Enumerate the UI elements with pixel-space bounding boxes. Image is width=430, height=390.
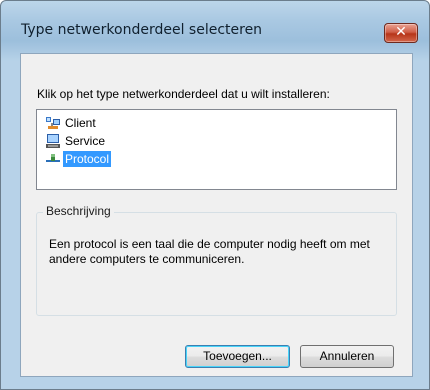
list-item-label: Protocol — [63, 151, 112, 167]
instruction-label: Klik op het type netwerkonderdeel dat u … — [37, 87, 330, 101]
close-button[interactable]: ✕ — [384, 23, 418, 43]
cancel-button[interactable]: Annuleren — [300, 345, 394, 368]
description-text: Een protocol is een taal die de computer… — [49, 237, 370, 266]
dialog-client-area: Klik op het type netwerkonderdeel dat u … — [20, 53, 413, 377]
component-type-list[interactable]: Client Service Protocol — [36, 109, 397, 190]
dialog-window: Type netwerkonderdeel selecteren ✕ Klik … — [0, 0, 430, 390]
close-icon: ✕ — [395, 24, 407, 40]
protocol-icon — [45, 151, 61, 167]
list-item-client[interactable]: Client — [41, 114, 241, 132]
list-item-label: Service — [65, 134, 106, 148]
title-bar[interactable]: Type netwerkonderdeel selecteren ✕ — [1, 1, 429, 53]
client-icon — [45, 115, 61, 131]
add-button[interactable]: Toevoegen... — [185, 345, 290, 368]
list-item-protocol[interactable]: Protocol — [41, 150, 241, 168]
list-item-service[interactable]: Service — [41, 132, 241, 150]
window-title: Type netwerkonderdeel selecteren — [21, 22, 263, 38]
list-item-label: Client — [65, 116, 96, 130]
service-icon — [45, 133, 61, 149]
description-group-title: Beschrijving — [43, 204, 114, 218]
